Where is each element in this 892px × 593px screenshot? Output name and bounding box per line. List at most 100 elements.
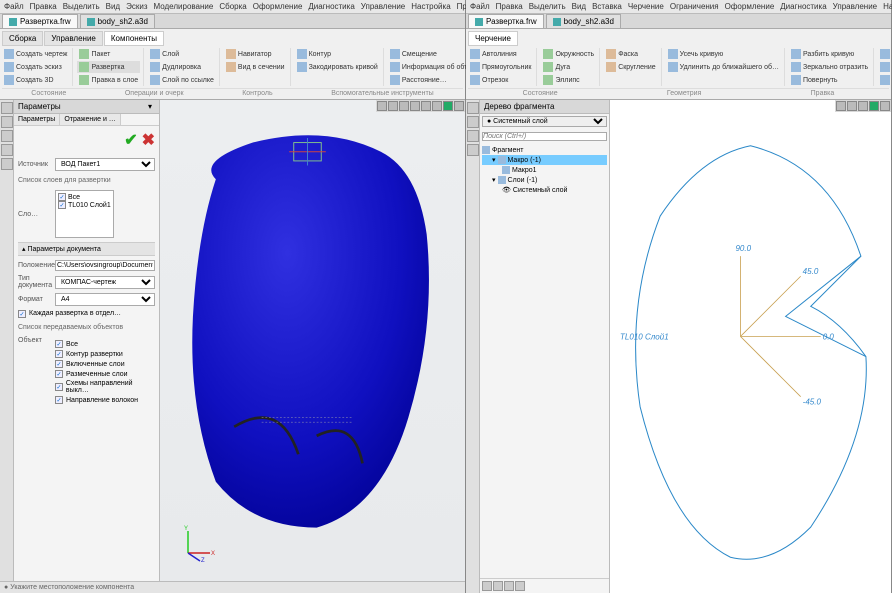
ribbon-button[interactable]: Повернуть	[789, 74, 870, 86]
ribbon-button[interactable]: Отрезок	[468, 74, 533, 86]
ribbon-button[interactable]: Окружность	[541, 48, 596, 60]
tool-icon[interactable]	[467, 144, 479, 156]
tool-icon[interactable]	[1, 116, 13, 128]
ribbon-button[interactable]: Дудлировка	[148, 61, 216, 73]
vp-tool-icon[interactable]	[880, 101, 890, 111]
cancel-button[interactable]: ✖	[142, 130, 155, 150]
checkbox-item[interactable]: ✓Все	[55, 339, 155, 349]
ribbon-button[interactable]: Создать чертеж	[2, 48, 69, 60]
menu-item[interactable]: Ограничения	[670, 2, 719, 11]
menu-item[interactable]: Сборка	[219, 2, 246, 11]
menu-item[interactable]: Выделить	[63, 2, 100, 11]
vp-tool-icon[interactable]	[836, 101, 846, 111]
menubar-left[interactable]: Файл Правка Выделить Вид Эскиз Моделиров…	[0, 0, 465, 14]
checkbox-item[interactable]: ✓Контур развертки	[55, 349, 155, 359]
menu-item[interactable]: Правка	[30, 2, 57, 11]
close-icon[interactable]: ▾	[145, 102, 155, 111]
ribbon-button[interactable]: Прямоугольник	[468, 61, 533, 73]
document-tab[interactable]: body_sh2.a3d	[546, 14, 621, 28]
document-tab[interactable]: body_sh2.a3d	[80, 14, 155, 28]
source-select[interactable]: ВОД Пакет1	[55, 158, 155, 171]
menu-item[interactable]: Диагностика	[780, 2, 826, 11]
checkbox-item[interactable]: ✓Размеченные слои	[55, 369, 155, 379]
tool-icon[interactable]	[1, 130, 13, 142]
ribbon-button[interactable]: Правка в слое	[77, 74, 140, 86]
ribbon-button[interactable]: Автолиния	[468, 48, 533, 60]
menu-item[interactable]: Диагностика	[308, 2, 354, 11]
checkbox-item[interactable]: ✓Направление волокон	[55, 395, 155, 405]
tree-node-root[interactable]: Фрагмент	[482, 145, 607, 155]
ribbon-button[interactable]: Фаска	[604, 48, 657, 60]
tree-tool-icon[interactable]	[482, 581, 492, 591]
ribbon-button[interactable]: Зеркально отразить	[789, 61, 870, 73]
doctype-select[interactable]: КОМПАС-чертеж	[55, 276, 155, 289]
format-select[interactable]: А4	[55, 293, 155, 306]
ribbon-button[interactable]: Усечь кривую	[666, 48, 781, 60]
ribbon-button[interactable]: Вид в сечении	[224, 61, 287, 73]
menubar-right[interactable]: Файл Правка Выделить Вид Вставка Черчени…	[466, 0, 891, 14]
document-tab[interactable]: Развертка.frw	[2, 14, 78, 28]
viewport-2d[interactable]: 90.0 45.0 0.0 -45.0 TL010 Слой1	[610, 100, 891, 593]
ribbon-tab[interactable]: Компоненты	[104, 31, 164, 46]
tree-search-input[interactable]	[482, 132, 607, 141]
ribbon-button[interactable]: Штриховка	[878, 61, 892, 73]
ribbon-button[interactable]: Создать эскиз	[2, 61, 69, 73]
ribbon-button[interactable]: Удлинить до ближайшего об…	[666, 61, 781, 73]
ribbon-tab[interactable]: Черчение	[468, 31, 518, 46]
ribbon-button[interactable]: Эллипс	[541, 74, 596, 86]
ribbon-button[interactable]: Создать 3D	[2, 74, 69, 86]
menu-item[interactable]: Управление	[833, 2, 877, 11]
menu-item[interactable]: Правка	[496, 2, 523, 11]
ribbon-button[interactable]: Закодировать кривой	[295, 61, 380, 73]
checkbox-item[interactable]: ✓Схемы направлений выкл…	[55, 379, 155, 395]
ribbon-button[interactable]: Скругление	[604, 61, 657, 73]
document-tab[interactable]: Развертка.frw	[468, 14, 544, 28]
menu-item[interactable]: Черчение	[628, 2, 664, 11]
menu-item[interactable]: Файл	[4, 2, 24, 11]
ribbon-button[interactable]: Слой	[148, 48, 216, 60]
ribbon-button[interactable]: Масштабиров…	[878, 74, 892, 86]
vp-tool-icon[interactable]	[454, 101, 464, 111]
checkbox-item[interactable]: ✓Включенные слои	[55, 359, 155, 369]
tree-tool-icon[interactable]	[493, 581, 503, 591]
tool-icon[interactable]	[1, 102, 13, 114]
tool-icon[interactable]	[1, 144, 13, 156]
tree-node[interactable]: Макро1	[482, 165, 607, 175]
menu-item[interactable]: Вид	[106, 2, 120, 11]
menu-item[interactable]: Управление	[361, 2, 405, 11]
tree-tool-icon[interactable]	[504, 581, 514, 591]
path-input[interactable]	[55, 260, 155, 271]
tool-icon[interactable]	[1, 158, 13, 170]
vp-tool-icon[interactable]	[858, 101, 868, 111]
menu-item[interactable]: Оформление	[253, 2, 303, 11]
subtab[interactable]: Параметры	[14, 114, 60, 125]
tree-node[interactable]: 👁Системный слой	[482, 185, 607, 195]
section-header[interactable]: ▴ Параметры документа	[18, 242, 155, 256]
layer-listbox[interactable]: ✓Все ✓ТL010 Слой1	[55, 190, 114, 238]
tool-icon[interactable]	[467, 102, 479, 114]
tree-node[interactable]: ▾Слои (-1)	[482, 175, 607, 185]
menu-item[interactable]: Вид	[572, 2, 586, 11]
menu-item[interactable]: Оформление	[725, 2, 775, 11]
menu-item[interactable]: Настройка	[883, 2, 892, 11]
ribbon-button[interactable]: Разбить кривую	[789, 48, 870, 60]
tool-icon[interactable]	[467, 130, 479, 142]
subtab[interactable]: Отражение и …	[60, 114, 120, 125]
menu-item[interactable]: Настройка	[411, 2, 450, 11]
menu-item[interactable]: Эскиз	[126, 2, 147, 11]
ribbon-button[interactable]: Развертка	[77, 61, 140, 73]
ribbon-button[interactable]: Навигатор	[224, 48, 287, 60]
ribbon-button[interactable]: Контур	[295, 48, 380, 60]
layer-combo[interactable]: ● Системный слой	[482, 116, 607, 127]
tree-tool-icon[interactable]	[515, 581, 525, 591]
ribbon-tab[interactable]: Сборка	[2, 31, 43, 46]
ribbon-button[interactable]: Копия указанием	[878, 48, 892, 60]
viewport-3d[interactable]: Y X Z	[160, 100, 465, 581]
menu-item[interactable]: Вставка	[592, 2, 622, 11]
tree-node[interactable]: ▾Макро (-1)	[482, 155, 607, 165]
menu-item[interactable]: Моделирование	[153, 2, 213, 11]
ribbon-button[interactable]: Слой по ссылке	[148, 74, 216, 86]
tool-icon[interactable]	[467, 116, 479, 128]
ribbon-button[interactable]: Дуга	[541, 61, 596, 73]
apply-button[interactable]: ✔	[124, 130, 137, 150]
